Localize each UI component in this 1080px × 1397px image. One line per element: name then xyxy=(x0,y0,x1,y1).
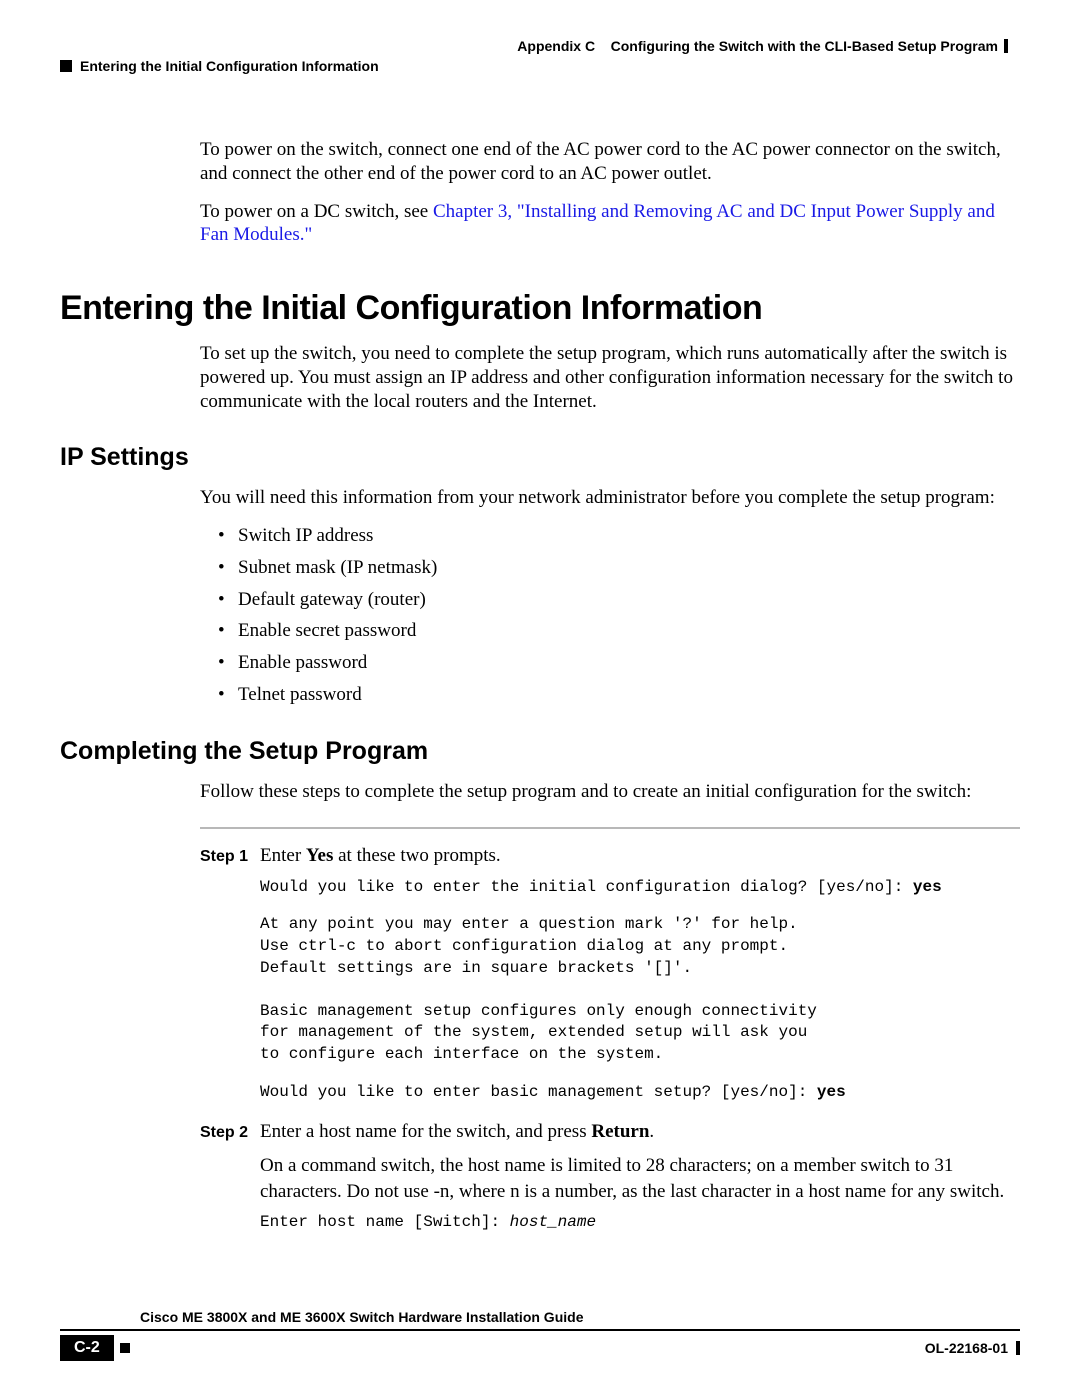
step-1-code-line-1: Would you like to enter the initial conf… xyxy=(260,877,1020,899)
code-bold: yes xyxy=(913,878,942,896)
setup-paragraph: Follow these steps to complete the setup… xyxy=(200,780,1020,804)
footer-guide-title: Cisco ME 3800X and ME 3600X Switch Hardw… xyxy=(140,1309,583,1325)
step-1-bold: Yes xyxy=(306,845,333,866)
step-2-text-a: Enter a host name for the switch, and pr… xyxy=(260,1121,591,1142)
h1-paragraph: To set up the switch, you need to comple… xyxy=(200,342,1020,413)
header-square-icon xyxy=(60,60,72,72)
step-2-code: Enter host name [Switch]: host_name xyxy=(260,1212,1020,1234)
step-2-text-b: . xyxy=(649,1121,654,1142)
running-head-right: Appendix C Configuring the Switch with t… xyxy=(60,38,1020,54)
step-2-text: Enter a host name for the switch, and pr… xyxy=(260,1119,654,1145)
ip-list: Switch IP address Subnet mask (IP netmas… xyxy=(238,524,1020,707)
h2-ip-settings: IP Settings xyxy=(60,443,1020,472)
step-2-note-ital: -n xyxy=(434,1181,450,1202)
list-item: Enable secret password xyxy=(238,619,1020,643)
step-2-note-b: , where n is a number, as the last chara… xyxy=(449,1181,1004,1202)
step-1-text: Enter Yes at these two prompts. xyxy=(260,843,501,869)
footer-title-row: Cisco ME 3800X and ME 3600X Switch Hardw… xyxy=(60,1309,1020,1331)
step-1-row: Step 1 Enter Yes at these two prompts. xyxy=(200,843,1020,869)
footer-bar-icon xyxy=(1016,1341,1020,1355)
code-ital: host_name xyxy=(510,1213,596,1231)
appendix-title: Configuring the Switch with the CLI-Base… xyxy=(611,38,998,54)
footer-doc-id: OL-22168-01 xyxy=(925,1340,1008,1356)
step-1-text-a: Enter xyxy=(260,845,306,866)
intro-p2-text: To power on a DC switch, see xyxy=(200,201,433,222)
ip-paragraph: You will need this information from your… xyxy=(200,486,1020,510)
list-item: Switch IP address xyxy=(238,524,1020,548)
main-content: To power on the switch, connect one end … xyxy=(60,138,1020,1234)
h2-completing-setup: Completing the Setup Program xyxy=(60,737,1020,766)
intro-paragraph-2: To power on a DC switch, see Chapter 3, … xyxy=(200,200,1020,248)
list-item: Subnet mask (IP netmask) xyxy=(238,556,1020,580)
code-text: Would you like to enter basic management… xyxy=(260,1083,817,1101)
appendix-label: Appendix C xyxy=(517,38,595,54)
running-head-left: Entering the Initial Configuration Infor… xyxy=(60,58,1020,74)
step-2-bold: Return xyxy=(591,1121,649,1142)
step-2-note: On a command switch, the host name is li… xyxy=(260,1153,1020,1204)
page-footer: Cisco ME 3800X and ME 3600X Switch Hardw… xyxy=(60,1309,1020,1361)
header-bar-icon xyxy=(1004,39,1008,53)
code-text: Enter host name [Switch]: xyxy=(260,1213,510,1231)
page-number-badge: C-2 xyxy=(60,1335,114,1361)
h1-entering-config: Entering the Initial Configuration Infor… xyxy=(60,289,1020,328)
step-1-text-b: at these two prompts. xyxy=(333,845,500,866)
step-2-row: Step 2 Enter a host name for the switch,… xyxy=(200,1119,1020,1145)
code-bold: yes xyxy=(817,1083,846,1101)
code-text: Would you like to enter the initial conf… xyxy=(260,878,913,896)
step-1-code-line-2: Would you like to enter basic management… xyxy=(260,1082,1020,1104)
list-item: Telnet password xyxy=(238,683,1020,707)
step-1-label: Step 1 xyxy=(200,848,260,866)
footer-square-icon xyxy=(120,1343,130,1353)
list-item: Enable password xyxy=(238,651,1020,675)
divider xyxy=(200,827,1020,829)
list-item: Default gateway (router) xyxy=(238,588,1020,612)
section-running-head: Entering the Initial Configuration Infor… xyxy=(80,58,379,74)
step-2-label: Step 2 xyxy=(200,1124,260,1142)
footer-bottom: C-2 OL-22168-01 xyxy=(60,1335,1020,1361)
step-1-code-block: At any point you may enter a question ma… xyxy=(260,914,1020,1065)
intro-paragraph-1: To power on the switch, connect one end … xyxy=(200,138,1020,186)
